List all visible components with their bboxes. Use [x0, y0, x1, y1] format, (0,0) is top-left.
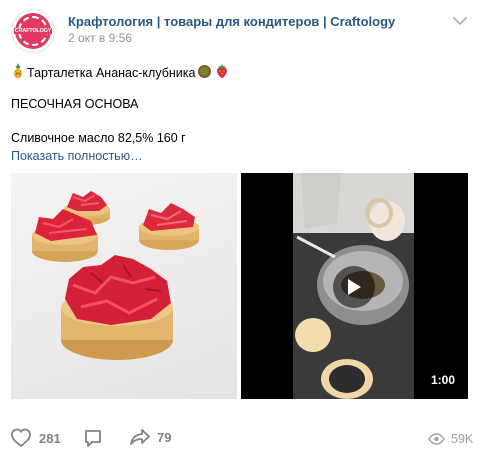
share-icon [130, 429, 150, 445]
post-title-line: Тарталетка Ананас-клубника [11, 63, 229, 82]
eye-icon [428, 433, 445, 445]
post-photo[interactable] [11, 173, 237, 399]
play-button[interactable] [333, 266, 375, 308]
chevron-down-icon[interactable] [451, 14, 469, 28]
strawberry-icon [215, 63, 229, 82]
heart-icon [11, 428, 31, 447]
comment-button[interactable] [83, 428, 103, 448]
view-count: 59K [451, 432, 474, 446]
post-video[interactable]: 1:00 [241, 173, 468, 399]
post-time-link[interactable]: 2 окт в 9:56 [68, 31, 132, 45]
wall-post: CRAFTOLOGY Крафтология | товары для конд… [0, 0, 484, 462]
group-name-link[interactable]: Крафтология | товары для кондитеров | Cr… [68, 14, 395, 29]
share-count: 79 [157, 429, 172, 445]
pineapple-icon [11, 63, 26, 82]
views-counter: 59K [428, 432, 473, 446]
video-duration: 1:00 [430, 373, 455, 387]
kiwi-icon [197, 64, 212, 82]
post-title: Тарталетка Ананас-клубника [27, 65, 196, 80]
show-more-link[interactable]: Показать полностью… [11, 149, 143, 163]
post-ingredient-line: Сливочное масло 82,5% 160 г [11, 131, 186, 145]
comment-icon [85, 430, 101, 447]
share-button[interactable]: 79 [129, 428, 171, 446]
like-count: 281 [39, 430, 61, 446]
avatar-logo: CRAFTOLOGY [13, 13, 53, 49]
post-section-heading: ПЕСОЧНАЯ ОСНОВА [11, 97, 139, 111]
group-avatar[interactable]: CRAFTOLOGY [11, 9, 55, 53]
play-icon [348, 279, 361, 295]
like-button[interactable]: 281 [10, 428, 61, 448]
